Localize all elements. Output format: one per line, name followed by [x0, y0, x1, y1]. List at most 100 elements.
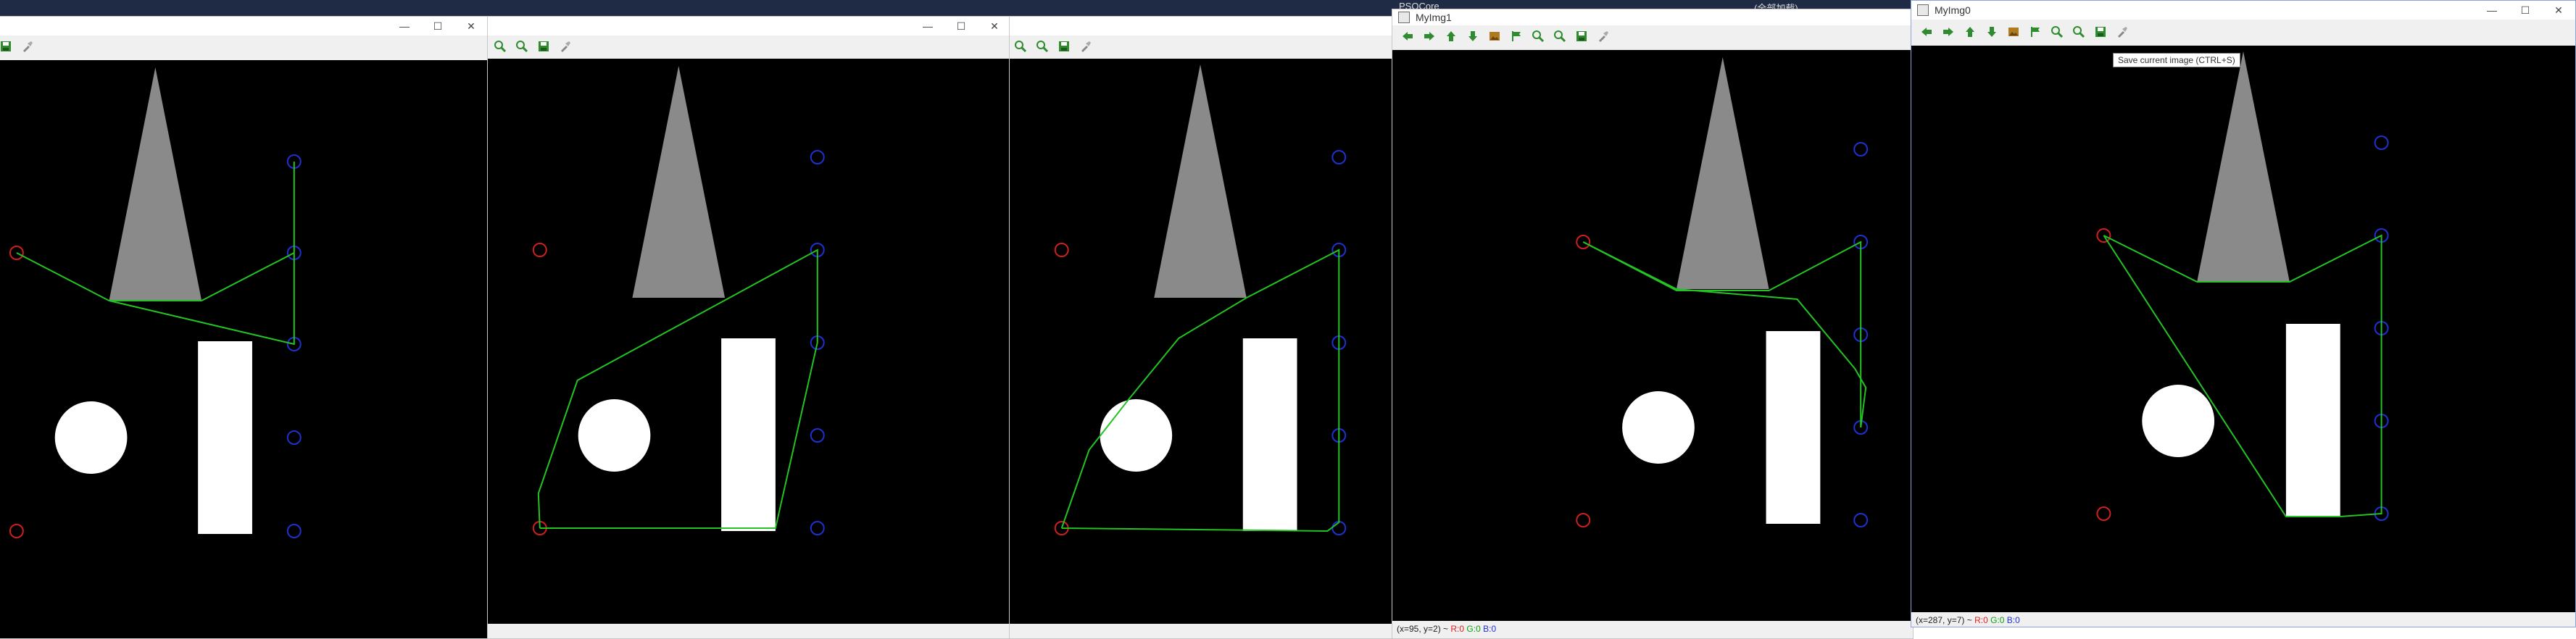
rect-obstacle [721, 338, 776, 531]
save-icon[interactable] [2090, 22, 2111, 42]
arrow-up-icon[interactable] [1440, 26, 1462, 46]
status-blue: B:0 [2006, 615, 2020, 625]
minimize-button[interactable]: — [911, 17, 944, 36]
triangle-obstacle [109, 67, 202, 301]
save-icon[interactable] [1571, 26, 1592, 46]
circle-obstacle [1622, 391, 1695, 464]
image-window-0[interactable]: — ☐ ✕ [0, 16, 489, 639]
status-red: R:0 [1450, 624, 1465, 634]
save-icon[interactable] [0, 36, 17, 57]
start-marker [9, 524, 24, 538]
goal-marker [1331, 521, 1347, 535]
start-marker [532, 243, 547, 257]
window-app-icon [1917, 4, 1929, 16]
image-canvas[interactable] [1911, 46, 2575, 612]
zoom-in-icon[interactable] [1527, 26, 1549, 46]
zoom-out-icon[interactable] [2068, 22, 2090, 42]
goal-marker [286, 430, 302, 445]
triangle-obstacle [632, 66, 726, 298]
close-button[interactable]: ✕ [978, 17, 1011, 36]
title-bar[interactable] [1010, 17, 1392, 36]
toolbar [1392, 25, 1913, 47]
image-icon[interactable] [1484, 26, 1505, 46]
zoom-out-icon[interactable] [1031, 36, 1053, 57]
image-canvas[interactable] [1010, 59, 1392, 624]
image-window-1[interactable]: — ☐ ✕ [487, 16, 1012, 639]
image-canvas[interactable] [0, 60, 488, 638]
zoom-out-icon[interactable] [1549, 26, 1571, 46]
goal-marker [810, 521, 825, 535]
toolbar [0, 36, 488, 57]
title-bar[interactable]: MyImg1 [1392, 9, 1913, 25]
status-bar: (x=287, y=7) ~ R:0 G:0 B:0 [1911, 612, 2575, 627]
goal-marker [810, 150, 825, 164]
circle-obstacle [2142, 385, 2215, 457]
properties-icon[interactable] [554, 36, 576, 57]
maximize-button[interactable]: ☐ [944, 17, 978, 36]
zoom-out-icon[interactable] [511, 36, 533, 57]
flag-icon[interactable] [1505, 26, 1527, 46]
scene-4 [2096, 51, 2389, 521]
close-button[interactable]: ✕ [2542, 1, 2575, 20]
save-icon[interactable] [1053, 36, 1075, 57]
zoom-in-icon[interactable] [489, 36, 511, 57]
goal-marker [1853, 513, 1869, 527]
triangle-obstacle [1676, 57, 1769, 289]
image-window-myimg1[interactable]: MyImg1 (x=95, y=2) ~ R:0 G:0 B:0 [1392, 9, 1914, 639]
scene-0 [9, 67, 302, 538]
properties-icon[interactable] [2111, 22, 2133, 42]
title-bar[interactable]: — ☐ ✕ [0, 17, 488, 36]
close-button[interactable]: ✕ [454, 17, 488, 36]
arrow-down-icon[interactable] [1981, 22, 2003, 42]
goal-marker [1331, 150, 1347, 164]
properties-icon[interactable] [17, 36, 38, 57]
status-green: G:0 [1466, 624, 1481, 634]
arrow-up-icon[interactable] [1959, 22, 1981, 42]
arrow-left-icon[interactable] [1916, 22, 1937, 42]
title-bar[interactable]: MyImg0 — ☐ ✕ [1911, 1, 2575, 20]
triangle-obstacle [2197, 51, 2290, 282]
rect-obstacle [1766, 331, 1821, 524]
maximize-button[interactable]: ☐ [421, 17, 454, 36]
arrow-down-icon[interactable] [1462, 26, 1484, 46]
maximize-button[interactable]: ☐ [2509, 1, 2542, 20]
image-canvas[interactable] [1392, 50, 1913, 621]
flag-icon[interactable] [2024, 22, 2046, 42]
toolbar [1911, 21, 2575, 43]
image-canvas[interactable] [488, 59, 1011, 624]
status-bar: (x=95, y=2) ~ R:0 G:0 B:0 [1392, 621, 1913, 637]
save-icon[interactable] [533, 36, 554, 57]
rect-obstacle [2285, 324, 2340, 517]
goal-marker [1853, 142, 1869, 156]
goal-marker [286, 524, 302, 538]
window-app-icon [1398, 12, 1410, 23]
window-title: MyImg1 [1416, 12, 1452, 23]
goal-marker [810, 428, 825, 443]
title-bar[interactable]: — ☐ ✕ [488, 17, 1011, 36]
scene-2 [1054, 64, 1347, 535]
goal-marker [2374, 135, 2389, 150]
arrow-left-icon[interactable] [1397, 26, 1418, 46]
image-window-myimg0[interactable]: MyImg0 — ☐ ✕ Save current image (CTRL+S)… [1911, 0, 2576, 627]
minimize-button[interactable]: — [2475, 1, 2509, 20]
rect-obstacle [198, 341, 252, 534]
start-marker [1576, 235, 1591, 249]
zoom-in-icon[interactable] [1010, 36, 1031, 57]
arrow-right-icon[interactable] [1418, 26, 1440, 46]
image-icon[interactable] [2003, 22, 2024, 42]
window-title: MyImg0 [1935, 4, 1971, 16]
properties-icon[interactable] [1592, 26, 1614, 46]
arrow-right-icon[interactable] [1937, 22, 1959, 42]
status-red: R:0 [1974, 615, 1988, 625]
image-window-2[interactable] [1009, 16, 1393, 639]
scene-3 [1576, 57, 1869, 527]
properties-icon[interactable] [1075, 36, 1097, 57]
start-marker [2096, 228, 2111, 243]
toolbar [1010, 36, 1392, 57]
start-marker [2096, 506, 2111, 521]
triangle-obstacle [1154, 64, 1247, 298]
zoom-in-icon[interactable] [2046, 22, 2068, 42]
rect-obstacle [1242, 338, 1297, 531]
minimize-button[interactable]: — [388, 17, 421, 36]
circle-obstacle [1100, 399, 1173, 472]
